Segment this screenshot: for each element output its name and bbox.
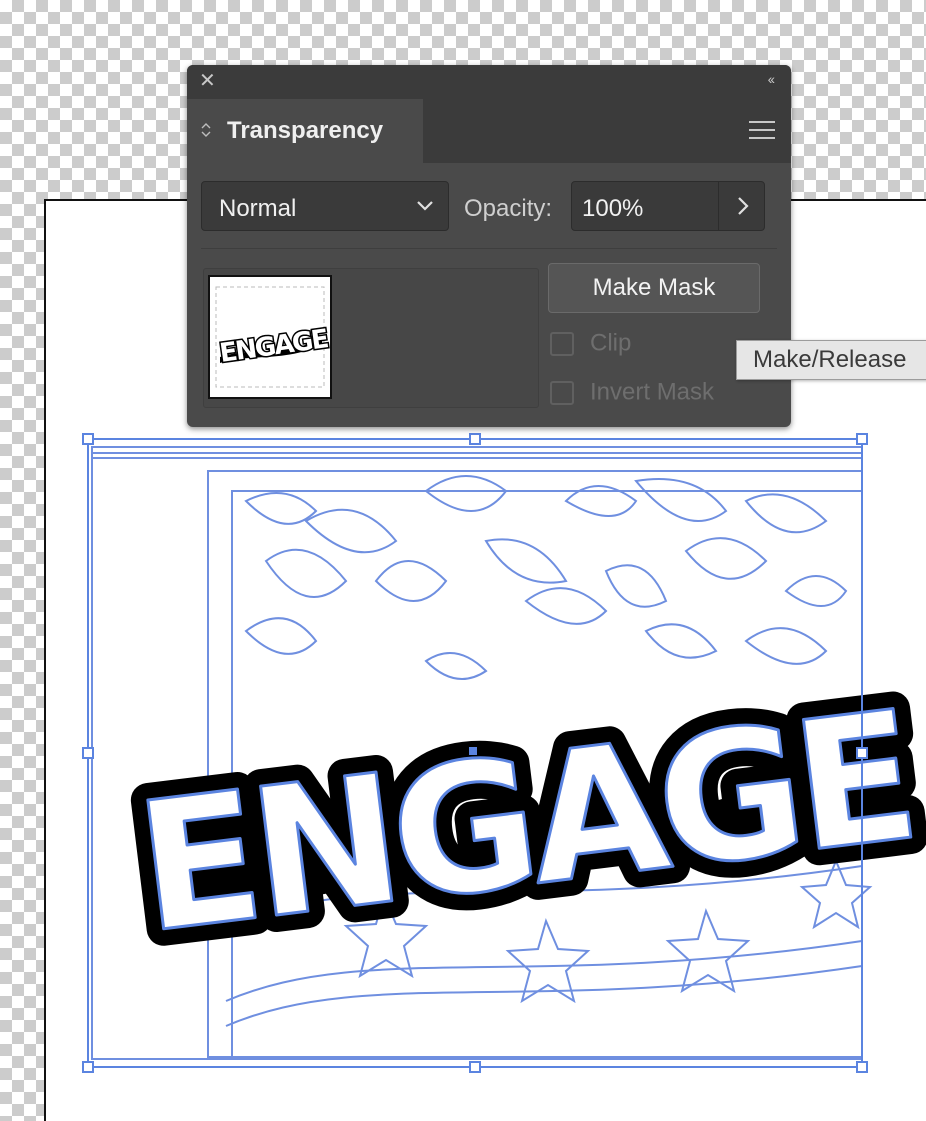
opacity-field[interactable]: 100% — [571, 181, 765, 231]
tab-strip: Transparency — [187, 97, 791, 163]
invert-mask-label: Invert Mask — [590, 378, 715, 406]
transparency-panel: ✕ ‹‹ Transparency Normal Opacity: 100% E… — [187, 65, 791, 427]
engage-lettering: ENGAGE ENGAGE — [110, 656, 926, 990]
chevron-right-icon — [738, 197, 749, 215]
opacity-value[interactable]: 100% — [582, 195, 643, 223]
clip-checkbox[interactable] — [550, 331, 574, 356]
clip-label: Clip — [590, 329, 632, 357]
invert-mask-checkbox[interactable] — [550, 380, 574, 405]
thumbnail-image: ENGAGE — [215, 286, 330, 388]
make-mask-button[interactable]: Make Mask — [548, 263, 760, 313]
hamburger-menu-icon[interactable] — [749, 121, 775, 139]
tab-label: Transparency — [227, 117, 384, 144]
thumbnail-well: ENGAGE — [203, 268, 539, 408]
expand-collapse-icon[interactable] — [201, 123, 211, 138]
divider — [201, 248, 777, 249]
invert-mask-checkbox-row[interactable]: Invert Mask — [550, 378, 714, 407]
engage-text-fill: ENGAGE — [127, 673, 921, 973]
opacity-label: Opacity: — [464, 195, 553, 222]
opacity-slider-button[interactable] — [718, 182, 765, 230]
close-icon[interactable]: ✕ — [199, 70, 216, 92]
blend-mode-value: Normal — [219, 195, 297, 222]
blend-mode-select[interactable]: Normal — [201, 181, 449, 231]
tooltip: Make/Release — [736, 340, 926, 380]
chevron-down-icon — [417, 201, 433, 211]
collapse-panel-icon[interactable]: ‹‹ — [768, 71, 775, 87]
panel-titlebar[interactable]: ✕ ‹‹ — [187, 65, 791, 97]
artwork-thumbnail[interactable]: ENGAGE — [208, 275, 332, 399]
clip-checkbox-row[interactable]: Clip — [550, 329, 631, 358]
tab-transparency[interactable]: Transparency — [187, 99, 423, 163]
